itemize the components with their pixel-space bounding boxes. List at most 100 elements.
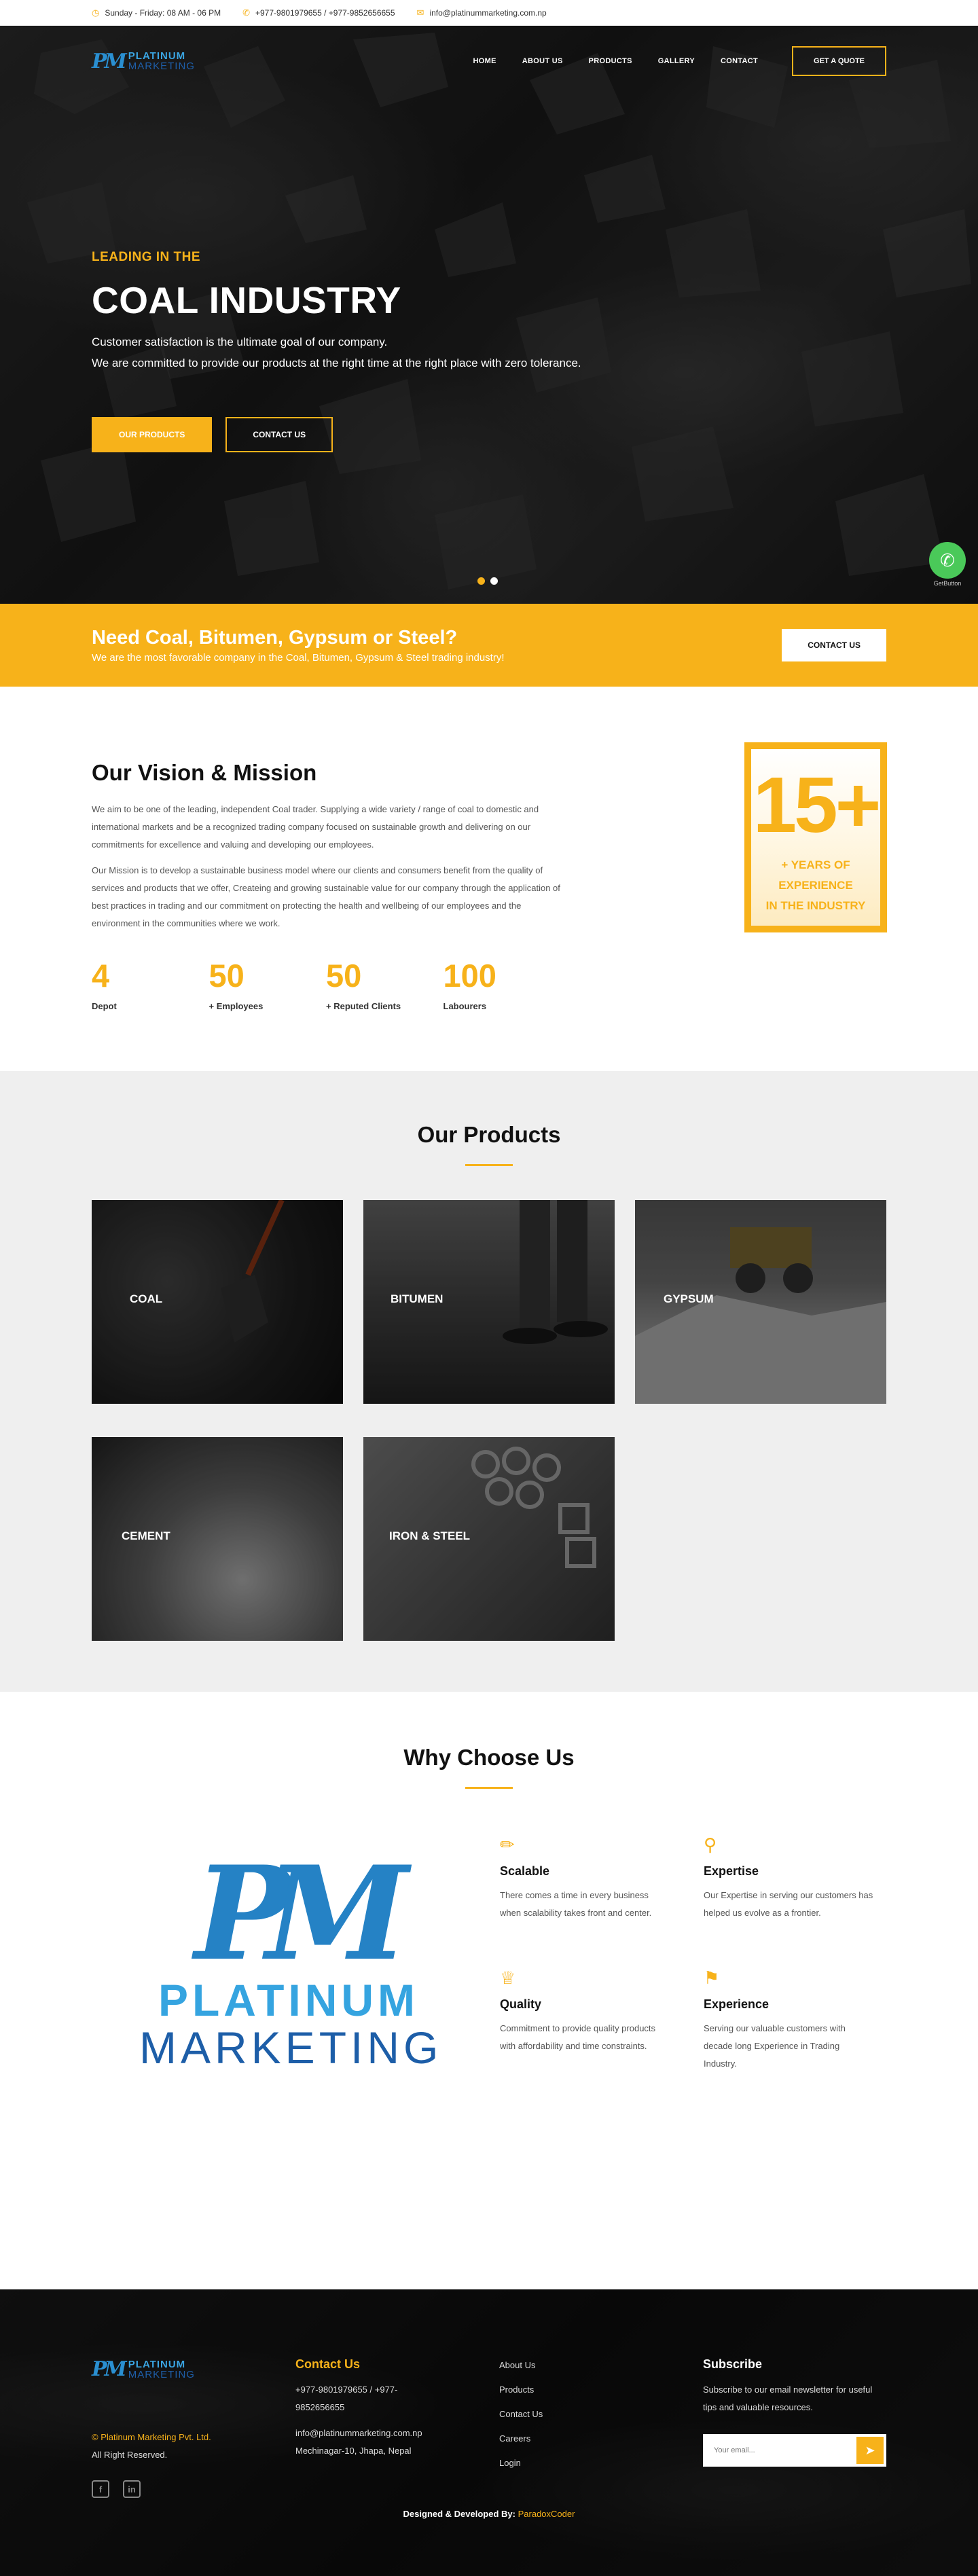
- get-quote-button[interactable]: GET A QUOTE: [792, 46, 886, 76]
- email-text[interactable]: info@platinummarketing.com.np: [429, 8, 546, 18]
- brand-logo[interactable]: PM PLATINUM MARKETING: [92, 50, 195, 73]
- hero-slider: PM PLATINUM MARKETING HOME ABOUT US PROD…: [0, 26, 978, 604]
- product-card-cement[interactable]: CEMENT: [92, 1437, 343, 1641]
- products-section: Our Products COAL BITUMEN GYPSUM CEMENT …: [0, 1071, 978, 1692]
- slider-dot-1[interactable]: [477, 577, 485, 585]
- footer-link-login[interactable]: Login: [499, 2451, 543, 2475]
- hero-kicker: LEADING IN THE: [92, 250, 201, 264]
- hero-contact-button[interactable]: CONTACT US: [225, 417, 333, 452]
- hero-line1: Customer satisfaction is the ultimate go…: [92, 335, 388, 348]
- stat-depot: 4 Depot: [92, 957, 209, 1011]
- product-card-bitumen[interactable]: BITUMEN: [363, 1200, 615, 1404]
- footer-phone[interactable]: +977-9801979655 / +977-9852656655: [295, 2381, 445, 2416]
- product-card-iron-steel[interactable]: IRON & STEEL: [363, 1437, 615, 1641]
- designed-by: Designed & Developed By: ParadoxCoder: [0, 2509, 978, 2519]
- stat-label: + Reputed Clients: [326, 1001, 401, 1011]
- stat-label: Labourers: [443, 1001, 487, 1011]
- product-name: BITUMEN: [391, 1292, 443, 1305]
- nav-contact[interactable]: CONTACT: [721, 57, 758, 65]
- cta-subtitle: We are the most favorable company in the…: [92, 652, 505, 664]
- nav-about[interactable]: ABOUT US: [522, 57, 563, 65]
- top-bar: ◷ Sunday - Friday: 08 AM - 06 PM ✆ +977-…: [0, 0, 978, 26]
- vision-title: Our Vision & Mission: [92, 760, 317, 785]
- feature-title: Experience: [704, 1997, 769, 2011]
- stat-number: 4: [92, 958, 110, 994]
- why-title: Why Choose Us: [403, 1745, 575, 1770]
- feature-quality: ♕ Quality Commitment to provide quality …: [500, 1967, 670, 2055]
- footer-email[interactable]: info@platinummarketing.com.np: [295, 2425, 445, 2442]
- footer-link-contact[interactable]: Contact Us: [499, 2402, 543, 2427]
- stat-label: + Employees: [209, 1001, 264, 1011]
- pm-monogram-icon: PM: [92, 2357, 127, 2381]
- platinum-marketing-logo: PM PLATINUM MARKETING: [139, 1849, 438, 2073]
- stats-row: 4 Depot 50 + Employees 50 + Reputed Clie…: [92, 957, 560, 1011]
- rights-text: All Right Reserved.: [92, 2450, 168, 2460]
- experience-number: 15+: [753, 761, 882, 849]
- experience-line3: IN THE INDUSTRY: [765, 899, 866, 912]
- subscribe-email-input[interactable]: [703, 2434, 856, 2467]
- lightbulb-icon: ⚲: [704, 1834, 717, 1855]
- feature-title: Quality: [500, 1997, 542, 2011]
- feature-text: Commitment to provide quality products w…: [500, 2023, 656, 2051]
- cta-contact-button[interactable]: CONTACT US: [782, 629, 886, 661]
- stat-number: 50: [209, 958, 244, 994]
- footer-links-column: About Us Products Contact Us Careers Log…: [499, 2353, 543, 2475]
- nav-menu: HOME ABOUT US PRODUCTS GALLERY CONTACT G…: [448, 46, 886, 76]
- footer-brand-column: PM PLATINUM MARKETING © Platinum Marketi…: [92, 2357, 211, 2498]
- product-name: GYPSUM: [664, 1292, 714, 1305]
- footer-link-careers[interactable]: Careers: [499, 2427, 543, 2451]
- social-links: f in: [92, 2480, 211, 2498]
- feature-scalable: ✏ Scalable There comes a time in every b…: [500, 1834, 670, 1922]
- email-info: ✉ info@platinummarketing.com.np: [417, 7, 547, 18]
- title-underline: [465, 1787, 513, 1789]
- experience-line2: EXPERIENCE: [778, 879, 853, 892]
- slider-dot-2[interactable]: [490, 577, 498, 585]
- products-title: Our Products: [417, 1122, 561, 1147]
- our-products-button[interactable]: OUR PRODUCTS: [92, 417, 213, 452]
- stat-clients: 50 + Reputed Clients: [326, 957, 443, 1011]
- experience-badge: 15+ + YEARS OF EXPERIENCE IN THE INDUSTR…: [744, 742, 887, 932]
- footer-contact-title: Contact Us: [295, 2357, 361, 2371]
- nav-products[interactable]: PRODUCTS: [589, 57, 632, 65]
- send-icon[interactable]: ➤: [856, 2437, 884, 2464]
- feature-title: Expertise: [704, 1864, 759, 1878]
- pm-monogram-icon: PM: [92, 49, 127, 73]
- stat-label: Depot: [92, 1001, 117, 1011]
- footer-link-about[interactable]: About Us: [499, 2353, 543, 2378]
- experience-line1: + YEARS OF: [781, 858, 850, 871]
- product-name: IRON & STEEL: [389, 1529, 471, 1542]
- feature-text: Serving our valuable customers with deca…: [704, 2023, 846, 2069]
- product-card-gypsum[interactable]: GYPSUM: [635, 1200, 886, 1404]
- nav-home[interactable]: HOME: [473, 57, 496, 65]
- nav-gallery[interactable]: GALLERY: [658, 57, 695, 65]
- title-underline: [465, 1164, 513, 1166]
- brand-line1: PLATINUM: [128, 2358, 186, 2370]
- facebook-icon[interactable]: f: [92, 2480, 109, 2498]
- footer-logo[interactable]: PM PLATINUM MARKETING: [92, 2357, 211, 2381]
- cta-band: Need Coal, Bitumen, Gypsum or Steel? We …: [0, 604, 978, 687]
- linkedin-icon[interactable]: in: [123, 2480, 141, 2498]
- stat-number: 100: [443, 958, 496, 994]
- footer-contact-column: Contact Us +977-9801979655 / +977-985265…: [295, 2357, 445, 2460]
- ruler-icon: ✏: [500, 1834, 515, 1855]
- feature-text: Our Expertise in serving our customers h…: [704, 1890, 873, 1918]
- whatsapp-widget[interactable]: ✆ GetButton: [929, 542, 966, 587]
- brand-line2: MARKETING: [128, 60, 195, 72]
- phone-text[interactable]: +977-9801979655 / +977-9852656655: [255, 8, 395, 18]
- trophy-icon: ♕: [500, 1967, 516, 1988]
- designed-by-label: Designed & Developed By:: [403, 2509, 515, 2519]
- hours-info: ◷ Sunday - Friday: 08 AM - 06 PM: [92, 7, 221, 18]
- whatsapp-icon[interactable]: ✆: [929, 542, 966, 579]
- product-name: COAL: [130, 1292, 163, 1305]
- clock-icon: ◷: [92, 7, 100, 18]
- product-card-coal[interactable]: COAL: [92, 1200, 343, 1404]
- designer-link[interactable]: ParadoxCoder: [518, 2509, 575, 2519]
- brand-line1: PLATINUM: [128, 50, 186, 62]
- slider-dots: [477, 577, 498, 585]
- subscribe-title: Subscribe: [703, 2357, 763, 2371]
- hero-content: LEADING IN THE COAL INDUSTRY Customer sa…: [92, 250, 581, 452]
- whatsapp-label: GetButton: [933, 580, 962, 587]
- main-navbar: PM PLATINUM MARKETING HOME ABOUT US PROD…: [0, 45, 978, 77]
- brand-line2: MARKETING: [128, 2368, 195, 2380]
- footer-link-products[interactable]: Products: [499, 2378, 543, 2402]
